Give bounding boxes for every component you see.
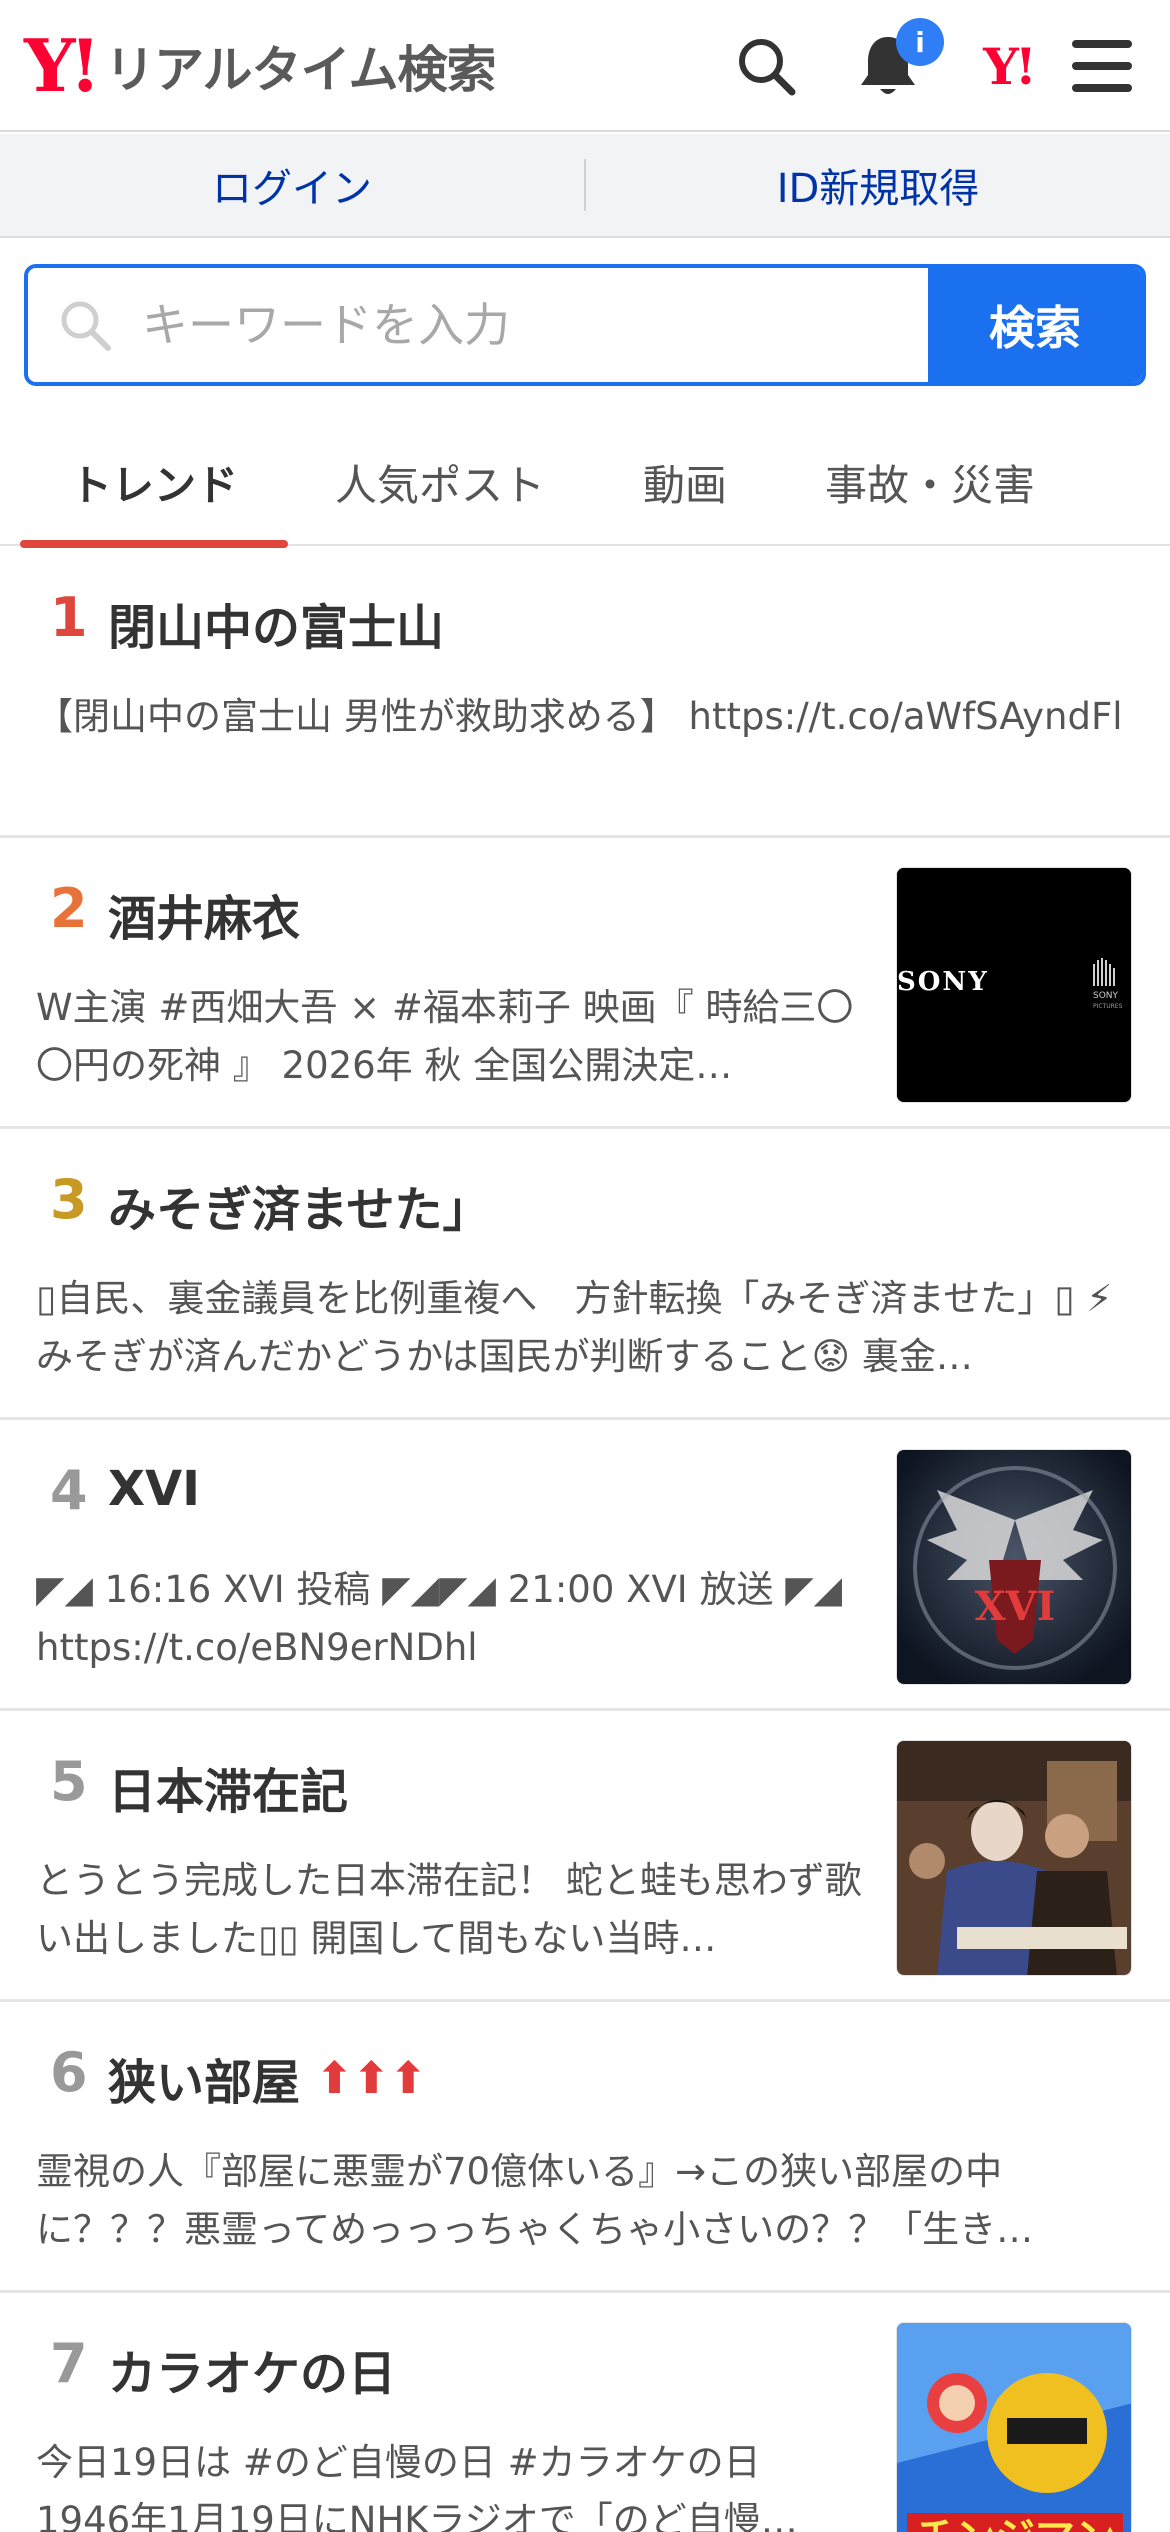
trend-item[interactable]: 1 閉山中の富士山 【閉山中の富士山 男性が救助求める】 https://t.c… (0, 548, 1170, 838)
tab-popular-posts[interactable]: 人気ポスト (310, 420, 570, 544)
svg-text:XVI: XVI (975, 1583, 1056, 1630)
trend-title: みそぎ済ませた」 (108, 1182, 491, 1238)
trend-description: 今日19日は #のど自慢の日 #カラオケの日 1946年1月19日にNHKラジオ… (36, 2441, 798, 2532)
trend-rank: 3 (50, 1168, 88, 1231)
trend-title: 閉山中の富士山 (108, 600, 445, 656)
account-bar: ログイン ID新規取得 (0, 134, 1170, 238)
tab-label: トレンド (69, 460, 238, 510)
tokusatsu-poster-thumbnail[interactable]: チンジマン (896, 2322, 1132, 2532)
search-box: 検索 (24, 264, 1146, 386)
app-header: Y! リアルタイム検索 i Y! (0, 0, 1170, 132)
trend-title-text: 狭い部屋 (108, 2055, 301, 2111)
hamburger-menu-icon (1072, 40, 1132, 92)
tab-trend[interactable]: トレンド (20, 420, 288, 548)
poster-title-text: チンジマン (897, 2505, 1131, 2532)
yahoo-realtime-logo[interactable]: Y! リアルタイム検索 (24, 23, 497, 108)
app-title: リアルタイム検索 (105, 41, 496, 99)
category-tabs: トレンド 人気ポスト 動画 事故・災害 (0, 420, 1170, 548)
tab-label: 動画 (642, 460, 727, 510)
trend-description: 霊視の人『部屋に悪霊が70億体いる』→この狭い部屋の中に？？？悪霊ってめっっっち… (36, 2150, 1034, 2251)
trend-item[interactable]: 6 狭い部屋 ⬆⬆⬆ 霊視の人『部屋に悪霊が70億体いる』→この狭い部屋の中に？… (0, 2003, 1170, 2293)
tokusatsu-poster-image (897, 2323, 1131, 2532)
trend-title: 狭い部屋 ⬆⬆⬆ (108, 2043, 427, 2113)
trend-item[interactable]: 2 酒井麻衣 W主演 #西畑大吾 × #福本莉子 映画『 時給三〇〇円の死神 』… (0, 839, 1170, 1129)
trend-description: W主演 #西畑大吾 × #福本莉子 映画『 時給三〇〇円の死神 』 2026年 … (36, 986, 854, 1087)
search-input[interactable] (142, 298, 842, 352)
tab-label: 事故・災害 (824, 460, 1035, 510)
trend-rank: 6 (50, 2041, 88, 2104)
svg-text:SONY: SONY (1093, 991, 1119, 1001)
trend-rank: 1 (50, 586, 88, 649)
sony-logo-image: SONY SONY PICTURES (897, 868, 1131, 1102)
trend-description: 【閉山中の富士山 男性が救助求める】 https://t.co/aWfSAynd… (36, 695, 1123, 738)
logo-mark: Y! (24, 23, 101, 108)
trend-item[interactable]: 4 XVI ◤◢ 16:16 XVI 投稿 ◤◢◤◢ 21:00 XVI 放送 … (0, 1421, 1170, 1711)
signup-link[interactable]: ID新規取得 (586, 156, 1170, 214)
trend-arrows-text: ⬆⬆⬆ (316, 2052, 427, 2104)
trend-item[interactable]: 3 みそぎ済ませた」 ▯自民、裏金議員を比例重複へ 方針転換「みそぎ済ませた」▯… (0, 1130, 1170, 1420)
trend-description: ◤◢ 16:16 XVI 投稿 ◤◢◤◢ 21:00 XVI 放送 ◤◢ htt… (36, 1568, 843, 1669)
menu-button[interactable] (1064, 28, 1140, 104)
active-tab-indicator (20, 540, 288, 548)
trend-item[interactable]: 5 日本滞在記 とうとう完成した日本滞在記！ 蛇と蛙も思わず歌い出しました▯▯ … (0, 1712, 1170, 2002)
drama-scene-image (897, 1741, 1131, 1975)
trend-title: 酒井麻衣 (108, 891, 301, 947)
trend-description: ▯自民、裏金議員を比例重複へ 方針転換「みそぎ済ませた」▯ ⚡みそぎが済んだかど… (36, 1277, 1113, 1378)
notification-button[interactable]: i (850, 18, 944, 104)
tab-label: 人気ポスト (334, 460, 545, 510)
trending-up-arrows-icon: ⬆⬆⬆ (316, 2053, 427, 2104)
trend-title: カラオケの日 (108, 2346, 397, 2402)
trend-description: とうとう完成した日本滞在記！ 蛇と蛙も思わず歌い出しました▯▯ 開国して間もない… (36, 1859, 862, 1960)
login-link[interactable]: ログイン (0, 156, 584, 214)
svg-text:PICTURES: PICTURES (1093, 1003, 1123, 1010)
search-field-icon (61, 301, 111, 351)
tab-accidents-disasters[interactable]: 事故・災害 (800, 420, 1060, 544)
trend-rank: 2 (50, 877, 88, 940)
search-icon (739, 39, 796, 96)
trend-title: 日本滞在記 (108, 1764, 349, 1820)
yahoo-app-icon[interactable]: Y! (968, 34, 1048, 98)
trend-title: XVI (108, 1461, 201, 1517)
notification-badge: i (896, 18, 944, 66)
xvi-emblem-thumbnail[interactable]: XVI (896, 1449, 1132, 1685)
sony-logo-thumbnail[interactable]: SONY SONY PICTURES (896, 867, 1132, 1103)
search-button[interactable]: 検索 (928, 268, 1142, 382)
trend-rank: 4 (50, 1459, 88, 1522)
trend-item[interactable]: 7 カラオケの日 今日19日は #のど自慢の日 #カラオケの日 1946年1月1… (0, 2294, 1170, 2532)
search-icon-button[interactable] (728, 28, 804, 104)
drama-scene-thumbnail[interactable] (896, 1740, 1132, 1976)
trend-rank: 7 (50, 2332, 88, 2395)
svg-text:SONY: SONY (897, 967, 989, 997)
trend-rank: 5 (50, 1750, 88, 1813)
winged-emblem-image: XVI (897, 1450, 1131, 1684)
search-field-wrapper[interactable] (28, 268, 928, 382)
tab-videos[interactable]: 動画 (600, 420, 770, 544)
